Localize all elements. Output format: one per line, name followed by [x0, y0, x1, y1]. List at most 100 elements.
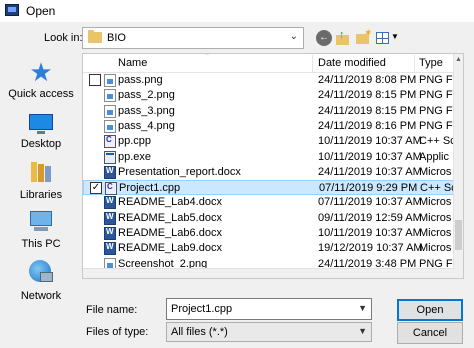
open-button[interactable]: Open — [397, 299, 463, 321]
file-date: 07/11/2019 10:37 AM — [318, 196, 422, 208]
file-row[interactable]: Presentation_report.docx 24/11/2019 10:37… — [83, 165, 455, 180]
column-name[interactable]: Name — [118, 57, 147, 69]
place-label: Desktop — [20, 138, 62, 150]
place-network[interactable]: Network — [0, 54, 82, 302]
cancel-button[interactable]: Cancel — [397, 322, 463, 344]
file-row[interactable]: pp.exe 10/11/2019 10:37 AM Applic — [83, 150, 455, 165]
file-row[interactable]: pass_3.png 24/11/2019 8:15 PM PNG Fi — [83, 104, 455, 119]
file-date: 24/11/2019 8:15 PM — [318, 89, 417, 101]
chevron-down-icon[interactable]: ⌄ — [290, 31, 298, 42]
file-name: Presentation_report.docx — [118, 166, 241, 178]
file-type-value: All files (*.*) — [171, 326, 228, 338]
libraries-icon — [28, 160, 54, 184]
file-name-input[interactable]: Project1.cpp ▼ — [166, 298, 372, 320]
window-title: Open — [26, 4, 56, 18]
column-divider[interactable] — [414, 55, 415, 72]
file-name: pp.exe — [118, 151, 152, 163]
file-row[interactable]: pp.cpp 10/11/2019 10:37 AMC++ Sc — [83, 134, 455, 149]
file-row[interactable]: README_Lab5.docx 09/11/2019 12:59 AMMicro… — [83, 211, 455, 226]
docx-file-icon — [104, 166, 116, 179]
checkbox[interactable] — [89, 74, 101, 86]
file-list[interactable]: ⌃ Name Date modified Type pass.png 24/11/… — [82, 53, 464, 279]
view-menu-button[interactable]: ▼ — [375, 30, 399, 46]
file-type: PNG Fi — [419, 105, 455, 117]
title-bar: Open — [0, 0, 474, 22]
exe-file-icon — [104, 151, 116, 164]
file-type: PNG Fi — [419, 74, 455, 86]
file-row[interactable]: README_Lab4.docx 07/11/2019 10:37 AMMicro… — [83, 195, 455, 210]
cpp-file-icon — [105, 182, 117, 195]
vertical-scrollbar[interactable]: ▲ — [453, 54, 463, 278]
file-name: README_Lab5.docx — [118, 212, 222, 224]
column-type[interactable]: Type — [419, 57, 443, 69]
file-name: pass_3.png — [118, 105, 175, 117]
file-date: 09/11/2019 12:59 AM — [318, 212, 422, 224]
file-type-label: Files of type: — [86, 326, 149, 338]
column-header: ⌃ Name Date modified Type — [83, 54, 455, 73]
chevron-down-icon[interactable]: ▼ — [358, 326, 367, 336]
back-button[interactable]: ← — [316, 30, 332, 46]
sort-arrow-icon: ⌃ — [204, 53, 210, 60]
file-type: Micros — [419, 166, 452, 178]
desktop-icon — [28, 112, 54, 136]
file-row[interactable]: pass_2.png 24/11/2019 8:15 PM PNG Fi — [83, 88, 455, 103]
view-grid-icon — [376, 32, 389, 44]
file-date: 24/11/2019 8:16 PM — [318, 120, 417, 132]
up-one-level-button[interactable]: ↑ — [335, 29, 351, 46]
file-name-label: File name: — [86, 304, 138, 316]
network-icon — [28, 260, 54, 284]
file-row[interactable]: pass_4.png 24/11/2019 8:16 PM PNG Fi — [83, 119, 455, 134]
file-date: 24/11/2019 10:37 AM — [318, 166, 422, 178]
file-date: 24/11/2019 8:08 PM — [318, 74, 417, 86]
file-type: Micros — [419, 227, 452, 239]
file-type: Micros — [419, 196, 452, 208]
file-date: 07/11/2019 9:29 PM — [319, 182, 418, 194]
file-type: C++ Sc — [420, 182, 456, 194]
file-name: pp.cpp — [118, 135, 152, 147]
png-file-icon — [104, 74, 116, 87]
file-type: PNG Fi — [419, 89, 455, 101]
place-label: This PC — [21, 238, 61, 250]
file-type-dropdown[interactable]: All files (*.*) ▼ — [166, 322, 372, 342]
file-name-value: Project1.cpp — [171, 303, 233, 315]
computer-icon — [28, 209, 54, 233]
chevron-down-icon[interactable]: ▼ — [358, 303, 367, 313]
horizontal-scrollbar[interactable] — [83, 268, 455, 278]
file-type: Micros — [419, 242, 452, 254]
sparkle-icon: ✶ — [364, 28, 373, 39]
look-in-dropdown[interactable]: BIO ⌄ — [82, 27, 304, 49]
file-row[interactable]: README_Lab9.docx 19/12/2019 10:37 AMMicro… — [83, 241, 455, 256]
file-date: 24/11/2019 8:15 PM — [318, 105, 417, 117]
file-date: 10/11/2019 10:37 AM — [318, 151, 422, 163]
place-label: Libraries — [19, 189, 63, 201]
cpp-file-icon — [104, 135, 116, 148]
docx-file-icon — [104, 196, 116, 209]
file-row[interactable]: README_Lab6.docx 10/11/2019 10:37 AMMicro… — [83, 226, 455, 241]
file-date: 10/11/2019 10:37 AM — [318, 227, 422, 239]
docx-file-icon — [104, 227, 116, 240]
file-name: pass_2.png — [118, 89, 175, 101]
caret-down-icon: ▼ — [391, 32, 399, 41]
file-name: pass.png — [118, 74, 163, 86]
column-divider[interactable] — [312, 55, 313, 72]
png-file-icon — [104, 120, 116, 133]
look-in-label: Look in: — [44, 32, 83, 44]
file-name: pass_4.png — [118, 120, 175, 132]
scroll-up-icon[interactable]: ▲ — [455, 56, 462, 63]
file-name: Project1.cpp — [119, 182, 181, 194]
file-name: README_Lab4.docx — [118, 196, 222, 208]
app-icon — [5, 4, 19, 16]
folder-icon — [88, 30, 102, 43]
file-row[interactable]: ✓ Project1.cpp 07/11/2019 9:29 PMC++ Sc — [83, 180, 456, 195]
file-row[interactable]: pass.png 24/11/2019 8:08 PM PNG Fi — [83, 73, 455, 88]
checkbox[interactable]: ✓ — [90, 182, 102, 194]
scroll-thumb[interactable] — [455, 220, 462, 250]
arrow-up-icon: ↑ — [339, 29, 345, 41]
png-file-icon — [104, 105, 116, 118]
file-name: README_Lab6.docx — [118, 227, 222, 239]
file-date: 19/12/2019 10:37 AM — [318, 242, 423, 254]
new-folder-button[interactable]: ✶ — [355, 28, 373, 46]
column-date[interactable]: Date modified — [318, 57, 386, 69]
docx-file-icon — [104, 242, 116, 255]
place-label: Network — [20, 290, 62, 302]
